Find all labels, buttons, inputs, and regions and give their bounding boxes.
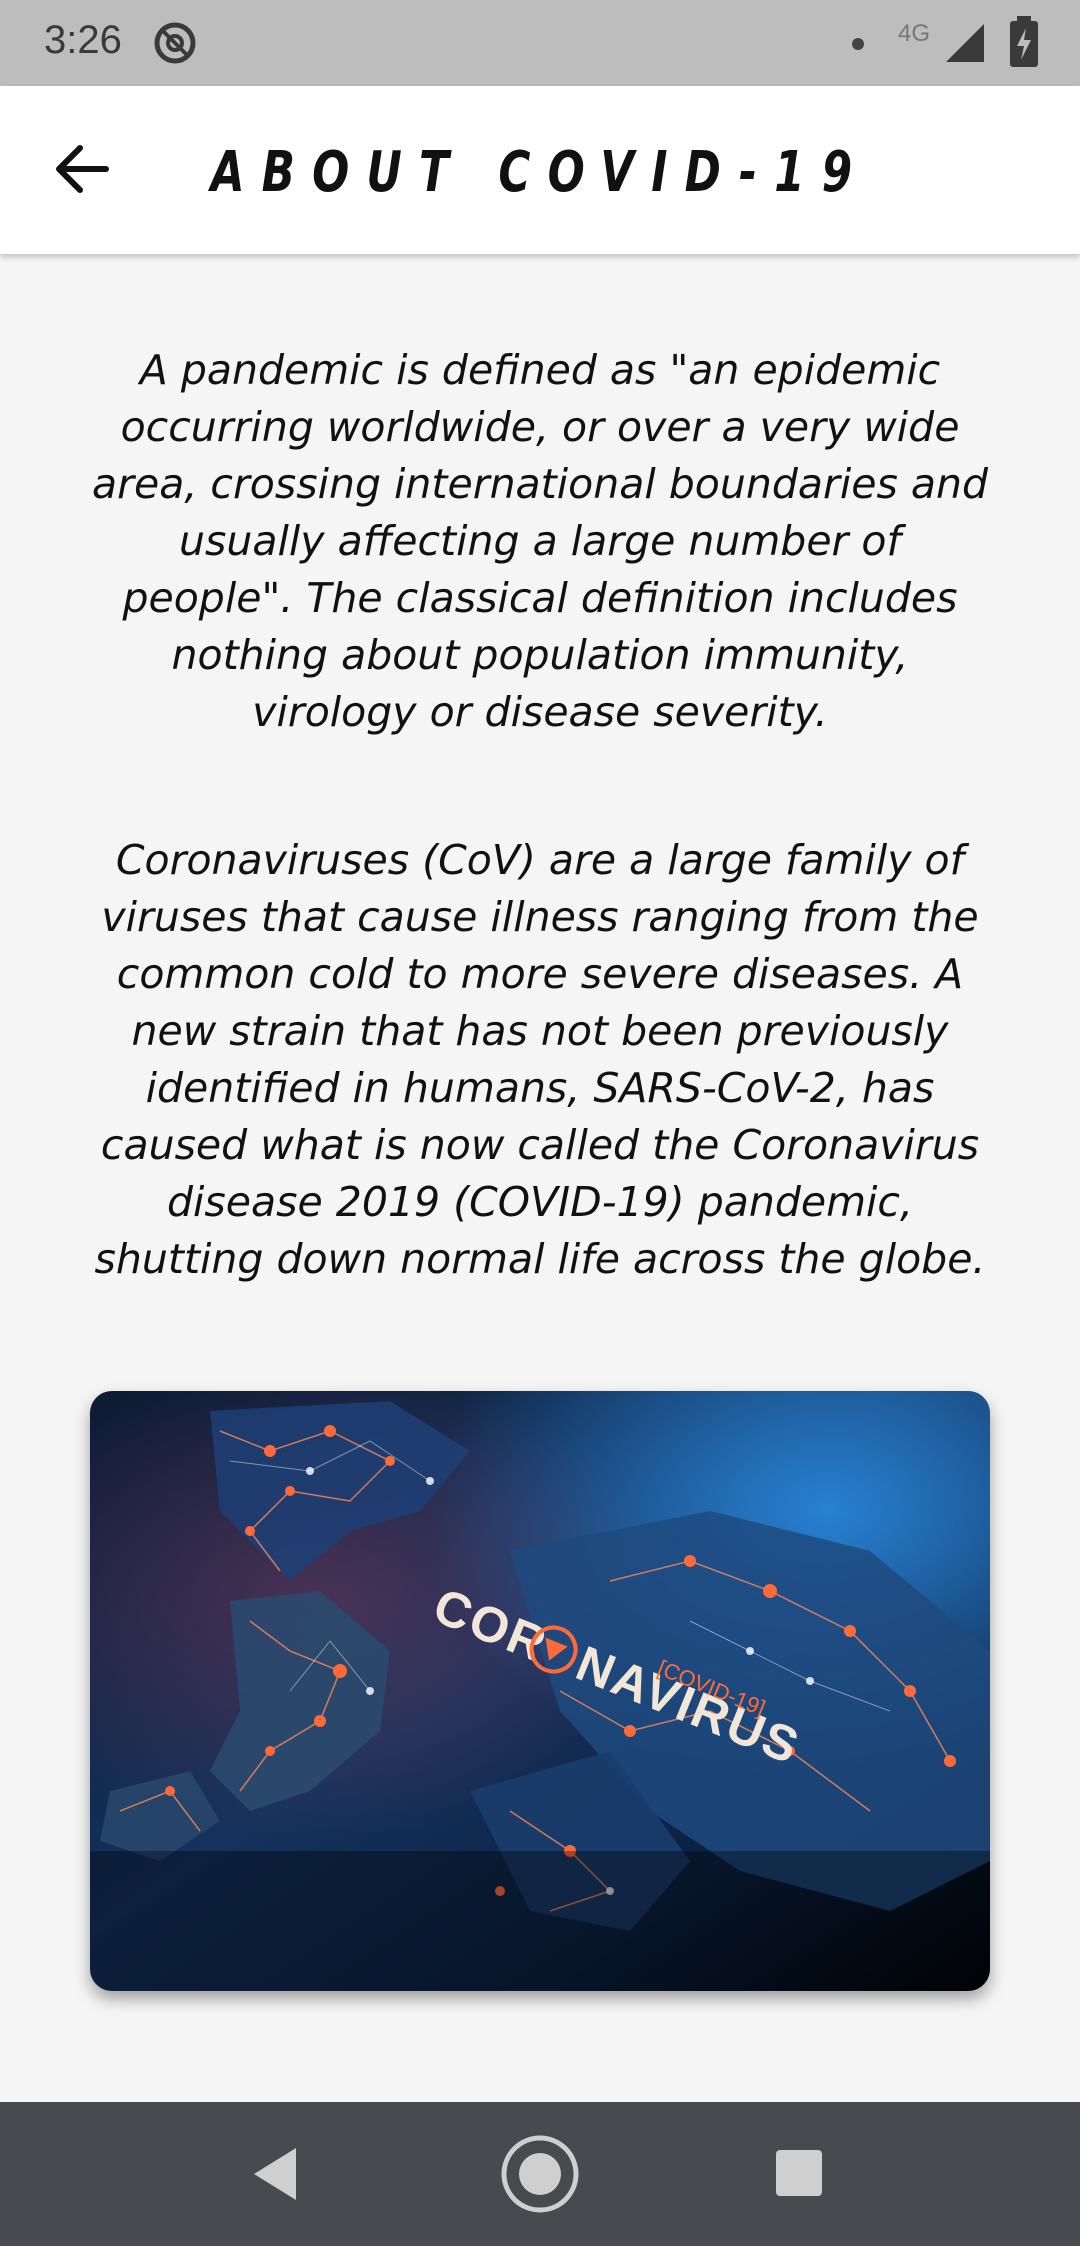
nav-recents-icon[interactable] — [760, 2134, 840, 2214]
pandemic-definition-paragraph: A pandemic is defined as "an epidemic oc… — [92, 346, 988, 736]
coronavirus-map-image: COR NAVIRUS [COVID-19] — [90, 1391, 990, 1991]
arrow-back-icon[interactable] — [50, 134, 120, 204]
signal-icon — [946, 24, 984, 62]
status-time: 3:26 — [44, 18, 122, 62]
status-bar: 3:26 4G — [0, 0, 1080, 86]
nav-back-icon[interactable] — [236, 2134, 316, 2214]
nav-home-icon[interactable] — [500, 2134, 580, 2214]
dot-icon — [852, 38, 864, 50]
coronavirus-info-paragraph: Coronaviruses (CoV) are a large family o… — [94, 836, 986, 1283]
battery-charging-icon — [1010, 16, 1038, 67]
page-title: ABOUT COVID-19 — [210, 140, 870, 205]
app-notification-icon — [154, 22, 196, 64]
app-bar: ABOUT COVID-19 — [0, 86, 1080, 254]
network-type: 4G — [898, 20, 931, 47]
navigation-bar — [0, 2102, 1080, 2246]
content-scroll[interactable]: A pandemic is defined as "an epidemic oc… — [0, 254, 1080, 2102]
